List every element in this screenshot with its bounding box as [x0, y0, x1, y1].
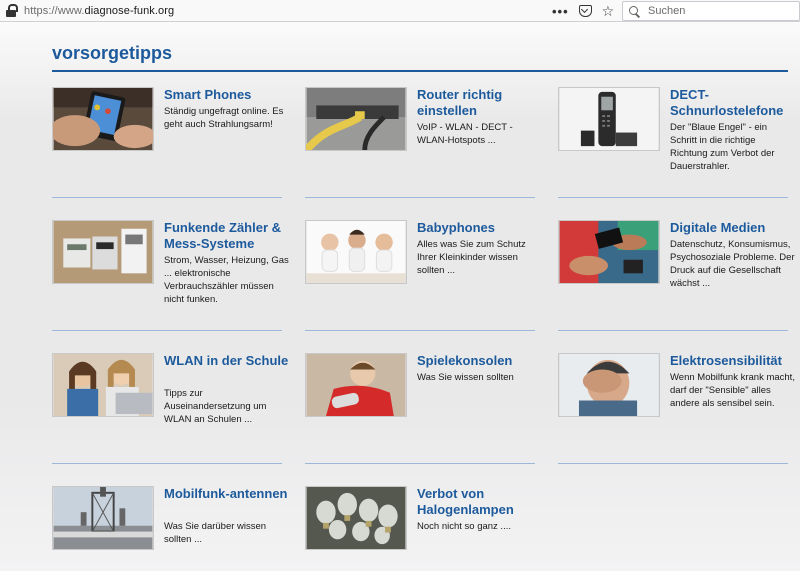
tip-card[interactable]: Router richtig einstellen VoIP - WLAN - D…: [305, 87, 537, 197]
child-gaming-photo[interactable]: [305, 353, 407, 417]
headache-man-photo[interactable]: [558, 353, 660, 417]
hands-devices-photo[interactable]: [558, 220, 660, 284]
tip-card-title[interactable]: Babyphones: [417, 220, 542, 236]
tip-card[interactable]: Digitale Medien Datenschutz, Konsumismus,…: [558, 220, 795, 330]
row-separator: [558, 463, 788, 464]
tip-card[interactable]: Verbot von Halogenlampen Noch nicht so ga…: [305, 486, 537, 571]
babies-photo[interactable]: [305, 220, 407, 284]
tip-card[interactable]: Babyphones Alles was Sie zum Schutz Ihrer…: [305, 220, 537, 330]
light-bulbs-photo[interactable]: [305, 486, 407, 550]
tip-card-description: Datenschutz, Konsumismus, Psychosoziale …: [670, 239, 795, 289]
pocket-icon[interactable]: [578, 5, 592, 17]
tip-card-title[interactable]: Spielekonsolen: [417, 353, 542, 369]
tip-card-title[interactable]: Smart Phones: [164, 87, 289, 103]
browser-toolbar: https://www.diagnose-funk.org ••• ☆ Such…: [0, 0, 800, 22]
tip-card-description: Ständig ungefragt online. Es geht auch S…: [164, 106, 284, 130]
tip-card-title[interactable]: Funkende Zähler & Mess-Systeme: [164, 220, 289, 252]
lock-icon[interactable]: [6, 4, 18, 18]
tip-card-description: Strom, Wasser, Heizung, Gas ... elektron…: [164, 255, 289, 305]
router-cables-photo[interactable]: [305, 87, 407, 151]
row-separator: [558, 197, 788, 198]
tip-card[interactable]: WLAN in der Schule Tipps zur Auseinanders…: [52, 353, 288, 463]
tip-card-description: Was Sie darüber wissen sollten ...: [164, 521, 267, 545]
row-separator: [305, 463, 535, 464]
url-text[interactable]: https://www.diagnose-funk.org: [24, 5, 174, 17]
row-separator: [52, 330, 282, 331]
tip-card-description: Tipps zur Auseinandersetzung um WLAN an …: [164, 388, 267, 425]
students-laptop-photo[interactable]: [52, 353, 154, 417]
electricity-meters-photo[interactable]: [52, 220, 154, 284]
tip-card[interactable]: Spielekonsolen Was Sie wissen sollten: [305, 353, 537, 463]
tip-card-title[interactable]: Verbot von Halogenlampen: [417, 486, 542, 518]
url-prefix: https://www.: [24, 5, 85, 17]
tip-card-description: Der "Blaue Engel" - ein Schritt in die r…: [670, 122, 775, 172]
tip-card-title[interactable]: DECT-Schnurlostelefone: [670, 87, 795, 119]
smartphone-hands-photo[interactable]: [52, 87, 154, 151]
page-title: vorsorgetipps: [52, 43, 173, 63]
row-separator: [305, 330, 535, 331]
tip-card[interactable]: Smart Phones Ständig ungefragt online. Es…: [52, 87, 284, 197]
tip-card-title[interactable]: Digitale Medien: [670, 220, 795, 236]
url-bar[interactable]: https://www.diagnose-funk.org: [0, 0, 616, 22]
cordless-phone-photo[interactable]: [558, 87, 660, 151]
bookmark-star-icon[interactable]: ☆: [602, 4, 615, 18]
tip-card-description: VoIP - WLAN - DECT - WLAN-Hotspots ...: [417, 122, 513, 146]
url-domain: diagnose-funk.org: [84, 5, 175, 17]
tip-card[interactable]: DECT-Schnurlostelefone Der "Blaue Engel" …: [558, 87, 790, 197]
tip-card-title[interactable]: WLAN in der Schule: [164, 353, 289, 369]
tip-card-title[interactable]: Mobilfunk-antennen: [164, 486, 289, 502]
tip-card[interactable]: Funkende Zähler & Mess-Systeme Strom, Was…: [52, 220, 289, 330]
page-actions: ••• ☆: [552, 0, 614, 22]
row-separator: [52, 463, 282, 464]
more-dots-icon[interactable]: •••: [552, 4, 569, 19]
tip-card-description: Noch nicht so ganz ....: [417, 521, 511, 532]
row-separator: [558, 330, 788, 331]
tip-card-title[interactable]: Router richtig einstellen: [417, 87, 542, 119]
tip-card-title[interactable]: Elektrosensibilität: [670, 353, 795, 369]
tip-card[interactable]: Mobilfunk-antennen Was Sie darüber wissen…: [52, 486, 288, 571]
tip-card-description: Was Sie wissen sollten: [417, 372, 514, 383]
search-icon: [629, 5, 640, 17]
tip-card-description: Alles was Sie zum Schutz Ihrer Kleinkind…: [417, 239, 526, 276]
row-separator: [52, 197, 282, 198]
search-placeholder: Suchen: [648, 5, 686, 17]
search-input[interactable]: Suchen: [622, 1, 800, 21]
antenna-tower-photo[interactable]: [52, 486, 154, 550]
title-divider: [52, 70, 788, 72]
row-separator: [305, 197, 535, 198]
tip-card[interactable]: Elektrosensibilität Wenn Mobilfunk krank …: [558, 353, 795, 463]
tip-card-description: Wenn Mobilfunk krank macht, darf der "Se…: [670, 372, 795, 409]
